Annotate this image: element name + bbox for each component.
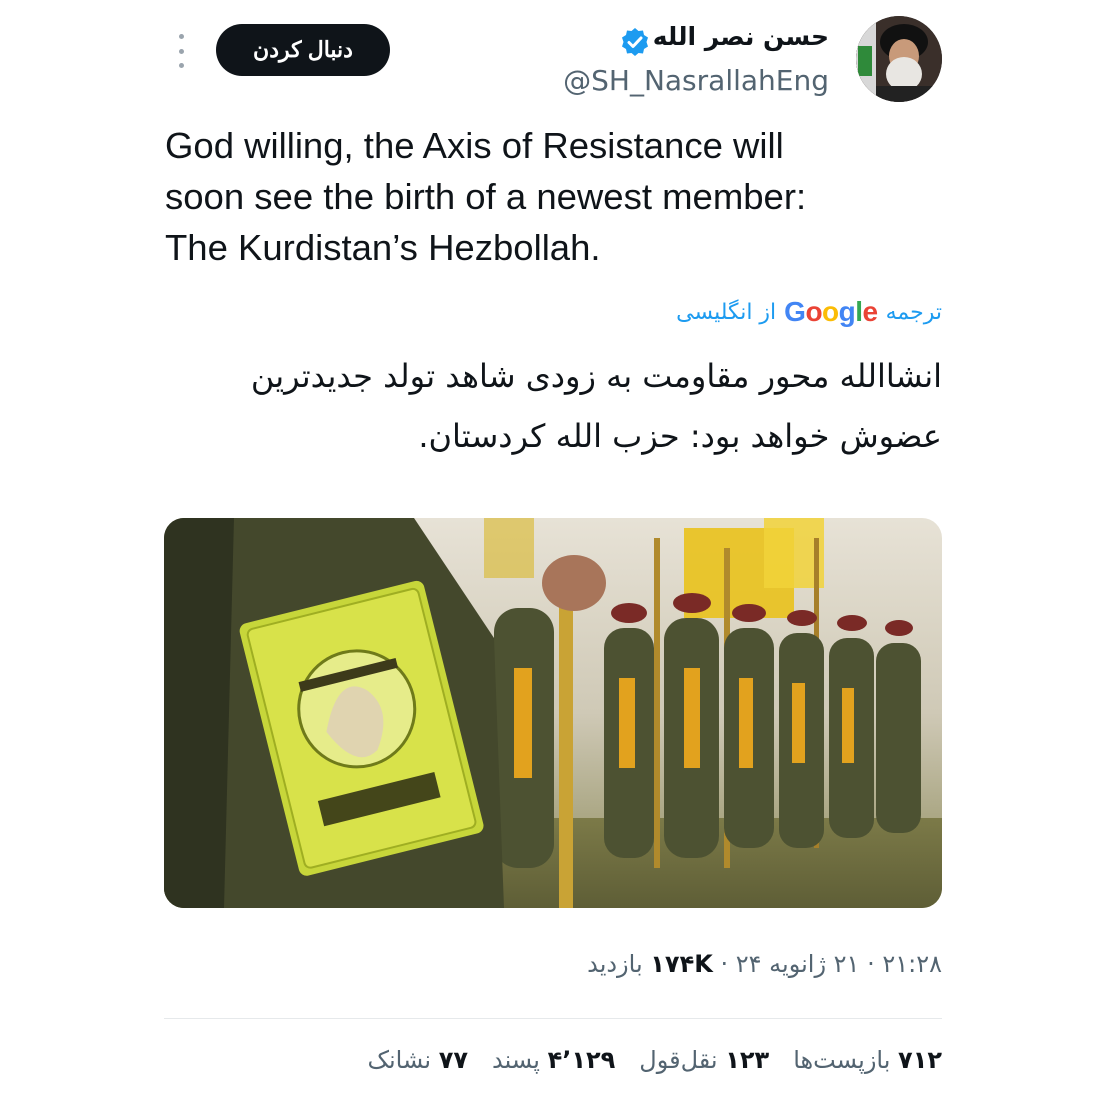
likes-stat[interactable]: ۴٬۱۲۹ پسند [492,1046,615,1074]
tweet-text: God willing, the Axis of Resistance will… [165,120,955,273]
translated-text-line: انشاالله محور مقاومت به زودی شاهد تولد ج… [250,357,942,395]
retweets-label: بازپست‌ها [793,1046,891,1074]
author-display-name[interactable]: حسن نصر الله [653,22,829,51]
views-label: بازدید [587,950,643,978]
bookmarks-count: ۷۷ [438,1046,468,1074]
tweet-card: حسن نصر الله @SH_NasrallahEng دنبال کردن… [0,0,1107,1107]
divider [164,1018,942,1019]
translated-text: انشاالله محور مقاومت به زودی شاهد تولد ج… [182,346,942,466]
bookmarks-label: نشانک [367,1046,432,1074]
bookmarks-stat[interactable]: ۷۷ نشانک [367,1046,468,1074]
translation-attribution[interactable]: ترجمه Google از انگلیسی [676,294,942,330]
views-count: ۱۷۴K [650,950,713,978]
verified-badge-icon [620,27,650,57]
tweet-text-line: God willing, the Axis of Resistance will [165,125,784,166]
tweet-stats: ۷۱۲ بازپست‌ها ۱۲۳ نقل‌قول ۴٬۱۲۹ پسند ۷۷ … [367,1046,942,1074]
quotes-stat[interactable]: ۱۲۳ نقل‌قول [639,1046,769,1074]
quotes-label: نقل‌قول [639,1046,718,1074]
author-handle[interactable]: @SH_NasrallahEng [563,64,829,97]
retweets-stat[interactable]: ۷۱۲ بازپست‌ها [793,1046,942,1074]
quotes-count: ۱۲۳ [725,1046,770,1074]
tweet-media-image[interactable] [164,518,942,908]
meta-separator: · [712,950,729,978]
tweet-text-line: The Kurdistan’s Hezbollah. [165,227,601,268]
meta-separator: · [859,950,875,978]
likes-count: ۴٬۱۲۹ [547,1046,616,1074]
retweets-count: ۷۱۲ [898,1046,942,1074]
more-options-icon[interactable] [172,34,190,68]
google-logo: Google [784,296,878,327]
avatar[interactable] [856,16,942,102]
follow-button[interactable]: دنبال کردن [216,24,390,76]
likes-label: پسند [491,1046,540,1074]
tweet-date[interactable]: ۲۱ ژانویه ۲۴ [736,950,860,978]
tweet-text-line: soon see the birth of a newest member: [165,176,807,217]
translated-text-line: عضوش خواهد بود: حزب الله کردستان. [418,417,942,455]
tweet-time[interactable]: ۲۱:۲۸ [882,950,942,978]
translate-prefix[interactable]: ترجمه [886,300,942,325]
translate-suffix[interactable]: از انگلیسی [676,300,776,325]
tweet-meta: ۲۱:۲۸ · ۲۱ ژانویه ۲۴ · ۱۷۴K بازدید [587,950,942,978]
